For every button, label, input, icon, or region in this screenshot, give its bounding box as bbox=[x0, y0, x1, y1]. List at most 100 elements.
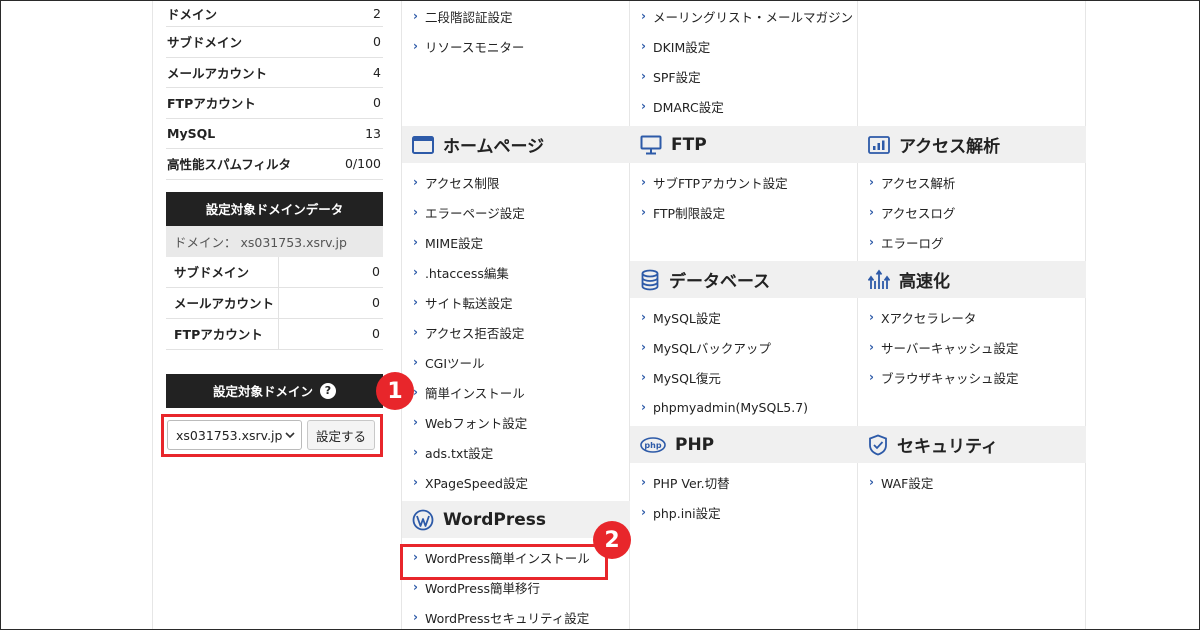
menu-link[interactable]: › メーリングリスト・メールマガジン bbox=[630, 1, 858, 31]
menu-link-label: php.ini設定 bbox=[652, 505, 721, 521]
step-badge-2: 2 bbox=[593, 521, 631, 559]
chevron-right-icon: › bbox=[413, 325, 418, 339]
menu-link[interactable]: › MySQL復元 bbox=[630, 362, 858, 392]
menu-link-label: アクセス拒否設定 bbox=[424, 325, 525, 341]
section-header-php: php PHP bbox=[630, 426, 858, 463]
chevron-right-icon: › bbox=[413, 205, 418, 219]
section-header-ftp: FTP bbox=[630, 126, 858, 163]
stat-value: 0/100 bbox=[344, 156, 381, 172]
chevron-right-icon: › bbox=[641, 370, 646, 384]
chevron-right-icon: › bbox=[869, 175, 874, 189]
stat-label: メールアカウント bbox=[167, 65, 268, 81]
chevron-right-icon: › bbox=[413, 175, 418, 189]
menu-link[interactable]: › エラーページ設定 bbox=[402, 197, 630, 227]
menu-link[interactable]: › DMARC設定 bbox=[630, 91, 858, 121]
chevron-right-icon: › bbox=[641, 175, 646, 189]
menu-link[interactable]: › CGIツール bbox=[402, 347, 630, 377]
domain-select-header: 設定対象ドメイン ? bbox=[166, 373, 383, 408]
menu-link[interactable]: › MIME設定 bbox=[402, 227, 630, 257]
menu-link[interactable]: › PHP Ver.切替 bbox=[630, 467, 858, 497]
menu-link-label: MySQLバックアップ bbox=[652, 340, 771, 356]
chevron-right-icon: › bbox=[641, 310, 646, 324]
menu-link[interactable]: › WAF設定 bbox=[858, 467, 1086, 497]
menu-link[interactable]: › DKIM設定 bbox=[630, 31, 858, 61]
menu-link[interactable]: › phpmyadmin(MySQL5.7) bbox=[630, 392, 858, 422]
menu-link[interactable]: › アクセスログ bbox=[858, 197, 1086, 227]
current-domain-line: ドメイン： xs031753.xsrv.jp bbox=[166, 225, 383, 257]
menu-link[interactable]: › ブラウザキャッシュ設定 bbox=[858, 362, 1086, 392]
menu-link[interactable]: › サブFTPアカウント設定 bbox=[630, 167, 858, 197]
menu-link[interactable]: › アクセス解析 bbox=[858, 167, 1086, 197]
help-icon[interactable]: ? bbox=[320, 382, 336, 399]
stat-label: MySQL bbox=[167, 125, 216, 141]
menu-link[interactable]: › SPF設定 bbox=[630, 61, 858, 91]
section-title: セキュリティ bbox=[897, 437, 998, 457]
menu-link-label: リソースモニター bbox=[424, 39, 525, 55]
stat-row-subdomain: サブドメイン 0 bbox=[166, 27, 383, 58]
menu-link-label: アクセス解析 bbox=[880, 175, 956, 191]
chevron-right-icon: › bbox=[869, 235, 874, 249]
stat-value: 0 bbox=[373, 34, 381, 50]
menu-link-label: Xアクセラレータ bbox=[880, 310, 977, 326]
menu-link[interactable]: › MySQL設定 bbox=[630, 302, 858, 332]
chevron-right-icon: › bbox=[869, 370, 874, 384]
section-title: データベース bbox=[669, 272, 771, 292]
menu-link-label: ads.txt設定 bbox=[424, 445, 494, 461]
database-icon bbox=[641, 269, 659, 290]
menu-link[interactable]: › Webフォント設定 bbox=[402, 407, 630, 437]
target-domain-data: 設定対象ドメインデータ ドメイン： xs031753.xsrv.jp サブドメイ… bbox=[166, 191, 383, 350]
section-header-homepage: ホームページ bbox=[402, 126, 630, 163]
set-domain-button[interactable]: 設定する bbox=[307, 420, 375, 450]
domain-select[interactable]: xs031753.xsrv.jp bbox=[167, 420, 303, 450]
chevron-right-icon: › bbox=[413, 355, 418, 369]
section-header-speed: 高速化 bbox=[858, 261, 1086, 298]
menu-link[interactable]: › WordPressセキュリティ設定 bbox=[402, 602, 630, 630]
menu-link[interactable]: › php.ini設定 bbox=[630, 497, 858, 527]
domain-data-header: 設定対象ドメインデータ bbox=[166, 191, 383, 226]
menu-link-label: PHP Ver.切替 bbox=[652, 475, 730, 491]
chevron-right-icon: › bbox=[413, 9, 418, 23]
menu-link[interactable]: › MySQLバックアップ bbox=[630, 332, 858, 362]
menu-link-label: エラーログ bbox=[880, 235, 944, 251]
chevron-right-icon: › bbox=[413, 415, 418, 429]
row-label: サブドメイン bbox=[166, 256, 279, 287]
row-label: メールアカウント bbox=[166, 287, 279, 318]
menu-column-3: アクセス解析 › アクセス解析 › アクセスログ › エラーログ 高速化 › Xアクセラ… bbox=[858, 0, 1086, 497]
shield-icon bbox=[869, 434, 887, 455]
menu-link[interactable]: › FTP制限設定 bbox=[630, 197, 858, 227]
menu-link-label: .htaccess編集 bbox=[424, 265, 509, 281]
menu-link[interactable]: › エラーログ bbox=[858, 227, 1086, 257]
menu-link-label: 二段階認証設定 bbox=[424, 9, 513, 25]
chevron-right-icon: › bbox=[413, 610, 418, 624]
menu-link[interactable]: › アクセス拒否設定 bbox=[402, 317, 630, 347]
chevron-right-icon: › bbox=[413, 235, 418, 249]
menu-link[interactable]: › アクセス制限 bbox=[402, 167, 630, 197]
menu-link[interactable]: › Xアクセラレータ bbox=[858, 302, 1086, 332]
wordpress-install-highlight bbox=[400, 544, 608, 580]
php-icon: php bbox=[640, 436, 666, 453]
menu-link[interactable]: › 簡単インストール bbox=[402, 377, 630, 407]
menu-link[interactable]: › 二段階認証設定 bbox=[402, 1, 630, 31]
chevron-right-icon: › bbox=[641, 400, 646, 414]
menu-link[interactable]: › リソースモニター bbox=[402, 31, 630, 61]
chevron-right-icon: › bbox=[413, 265, 418, 279]
menu-link[interactable]: › ads.txt設定 bbox=[402, 437, 630, 467]
section-title: 高速化 bbox=[899, 272, 950, 292]
stat-row-mail-account: メールアカウント 4 bbox=[166, 58, 383, 88]
chevron-right-icon: › bbox=[413, 295, 418, 309]
menu-link[interactable]: › サーバーキャッシュ設定 bbox=[858, 332, 1086, 362]
menu-link[interactable]: › XPageSpeed設定 bbox=[402, 467, 630, 497]
stat-row-mysql: MySQL 13 bbox=[166, 119, 383, 149]
menu-link[interactable]: › .htaccess編集 bbox=[402, 257, 630, 287]
stat-row-domain: ドメイン 2 bbox=[166, 0, 383, 27]
menu-link-label: サブFTPアカウント設定 bbox=[652, 175, 788, 191]
menu-link[interactable]: › サイト転送設定 bbox=[402, 287, 630, 317]
section-title: アクセス解析 bbox=[899, 137, 1001, 157]
svg-text:php: php bbox=[644, 441, 661, 450]
menu-link-label: アクセスログ bbox=[880, 205, 956, 221]
menu-link-label: WAF設定 bbox=[880, 475, 934, 491]
chevron-right-icon: › bbox=[413, 475, 418, 489]
domain-select-title: 設定対象ドメイン bbox=[212, 384, 313, 399]
menu-link-label: メーリングリスト・メールマガジン bbox=[652, 9, 853, 25]
menu-link-label: phpmyadmin(MySQL5.7) bbox=[652, 399, 809, 415]
